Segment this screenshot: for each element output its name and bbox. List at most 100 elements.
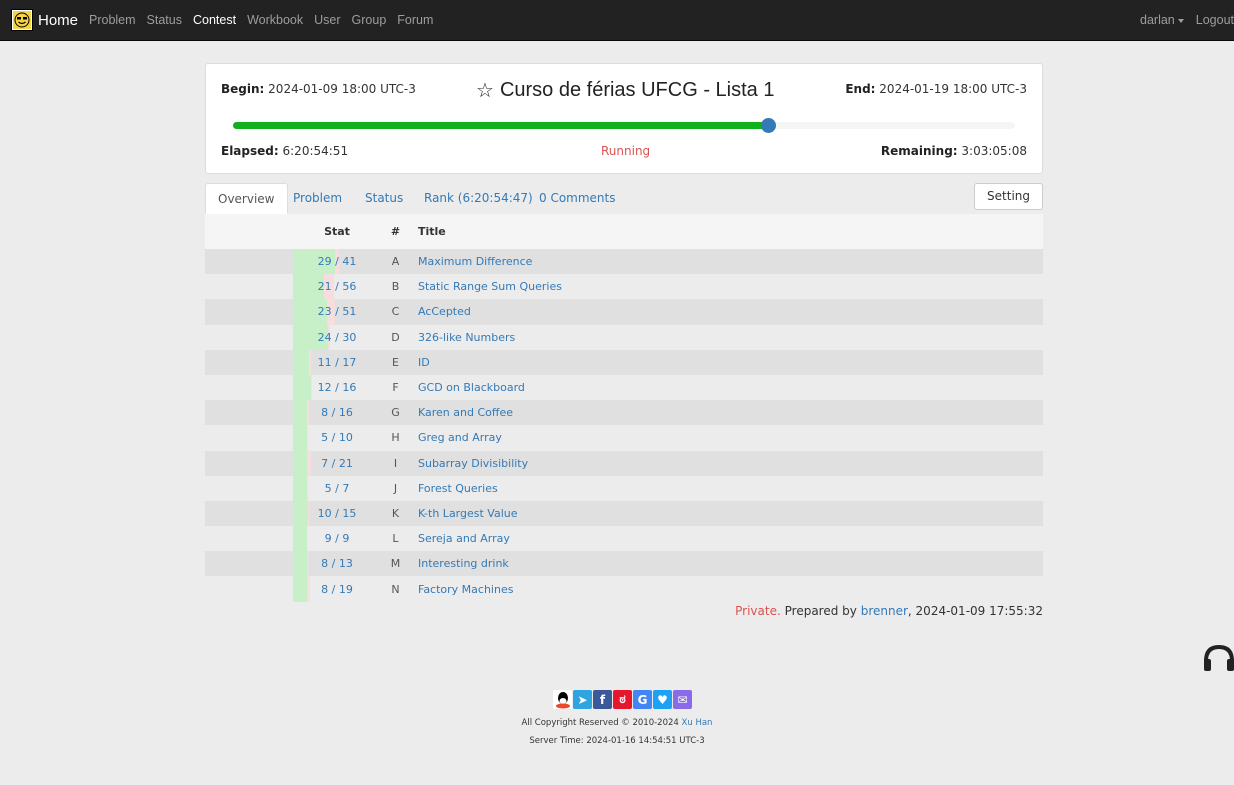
tab-overview[interactable]: Overview bbox=[205, 183, 288, 214]
problem-title-link[interactable]: Interesting drink bbox=[418, 557, 509, 570]
brand-label: Home bbox=[38, 11, 79, 29]
problem-title-link[interactable]: Static Range Sum Queries bbox=[418, 280, 562, 293]
begin-label: Begin: bbox=[221, 82, 265, 96]
problem-title-cell: 326-like Numbers bbox=[410, 324, 1043, 350]
stat-text: 11 / 17 bbox=[317, 355, 357, 369]
stat-cell[interactable]: 11 / 17 bbox=[293, 349, 381, 375]
stat-cell[interactable]: 8 / 19 bbox=[293, 576, 381, 602]
stat-attempt-bar bbox=[307, 400, 309, 426]
tab-problem[interactable]: Problem bbox=[281, 183, 354, 214]
problem-title-link[interactable]: GCD on Blackboard bbox=[418, 381, 525, 394]
tab-comments[interactable]: 0 Comments bbox=[527, 183, 628, 214]
google-icon[interactable]: G bbox=[633, 690, 652, 709]
nav-workbook[interactable]: Workbook bbox=[247, 13, 303, 27]
caret-down-icon bbox=[1177, 18, 1184, 23]
problem-title-link[interactable]: Sereja and Array bbox=[418, 532, 510, 545]
stat-accepted-bar bbox=[293, 475, 307, 501]
user-menu[interactable]: darlan bbox=[1140, 13, 1184, 27]
problem-title-link[interactable]: Maximum Difference bbox=[418, 255, 532, 268]
stat-attempt-bar bbox=[311, 374, 312, 401]
problem-number: C bbox=[381, 299, 410, 325]
stat-attempt-bar bbox=[307, 576, 310, 602]
logout-link[interactable]: Logout bbox=[1196, 13, 1234, 27]
progress-slider-handle[interactable] bbox=[761, 118, 777, 133]
row-blank bbox=[205, 349, 293, 375]
problem-number: B bbox=[381, 274, 410, 300]
elapsed-time: Elapsed: 6:20:54:51 bbox=[221, 144, 348, 158]
copyright-text: All Copyright Reserved © 2010-2024 bbox=[521, 718, 679, 728]
twitter-icon[interactable]: ♥ bbox=[653, 690, 672, 709]
stat-cell[interactable]: 21 / 56 bbox=[293, 274, 381, 300]
stat-text: 12 / 16 bbox=[317, 381, 357, 395]
stat-cell[interactable]: 29 / 41 bbox=[293, 249, 381, 275]
header-stat: Stat bbox=[293, 214, 381, 249]
contest-author-note: Private. Prepared by brenner, 2024-01-09… bbox=[735, 604, 1043, 618]
star-icon[interactable]: ☆ bbox=[476, 78, 494, 103]
problem-title-link[interactable]: Subarray Divisibility bbox=[418, 457, 528, 470]
stat-cell[interactable]: 7 / 21 bbox=[293, 450, 381, 476]
nav-status[interactable]: Status bbox=[147, 13, 182, 27]
copyright-author-link[interactable]: Xu Han bbox=[682, 718, 713, 728]
contest-tabs: Overview Problem Status Rank (6:20:54:47… bbox=[205, 183, 1043, 214]
nav-forum[interactable]: Forum bbox=[397, 13, 433, 27]
problem-title-link[interactable]: AcCepted bbox=[418, 305, 471, 318]
stat-text: 9 / 9 bbox=[324, 532, 350, 546]
stat-text: 10 / 15 bbox=[317, 506, 357, 520]
table-row: 9 / 9 L Sereja and Array bbox=[205, 526, 1043, 552]
problem-title-link[interactable]: Factory Machines bbox=[418, 583, 513, 596]
nav-user[interactable]: User bbox=[314, 13, 340, 27]
stat-cell[interactable]: 8 / 16 bbox=[293, 400, 381, 426]
email-icon[interactable]: ✉ bbox=[673, 690, 692, 709]
stat-accepted-bar bbox=[293, 576, 307, 602]
row-blank bbox=[205, 425, 293, 451]
problem-title-link[interactable]: 326-like Numbers bbox=[418, 331, 515, 344]
home-link[interactable]: Home bbox=[11, 9, 79, 31]
table-row: 10 / 15 K K-th Largest Value bbox=[205, 500, 1043, 527]
stat-cell[interactable]: 5 / 10 bbox=[293, 425, 381, 451]
tab-rank[interactable]: Rank (6:20:54:47) bbox=[412, 183, 545, 214]
user-menu-label: darlan bbox=[1140, 13, 1175, 27]
row-blank bbox=[205, 374, 293, 401]
contest-header-panel: Begin: 2024-01-09 18:00 UTC-3 ☆ Curso de… bbox=[205, 63, 1043, 174]
stat-cell[interactable]: 5 / 7 bbox=[293, 475, 381, 501]
problem-number: I bbox=[381, 450, 410, 476]
stat-cell[interactable]: 24 / 30 bbox=[293, 324, 381, 350]
row-blank bbox=[205, 400, 293, 426]
row-blank bbox=[205, 576, 293, 602]
problem-title-link[interactable]: ID bbox=[418, 356, 430, 369]
nav-group[interactable]: Group bbox=[352, 13, 387, 27]
stat-attempt-bar bbox=[307, 551, 308, 577]
stat-cell[interactable]: 8 / 13 bbox=[293, 551, 381, 577]
problem-title-link[interactable]: Greg and Array bbox=[418, 431, 502, 444]
stat-cell[interactable]: 12 / 16 bbox=[293, 374, 381, 401]
author-link[interactable]: brenner bbox=[861, 604, 908, 618]
begin-value: 2024-01-09 18:00 UTC-3 bbox=[268, 82, 416, 96]
nav-right: darlan Logout bbox=[1128, 13, 1234, 27]
problem-title-link[interactable]: Karen and Coffee bbox=[418, 406, 513, 419]
problem-table-body: 29 / 41 A Maximum Difference 21 / 56 B Static… bbox=[205, 249, 1043, 602]
headset-icon[interactable] bbox=[1203, 643, 1234, 673]
remaining-time: Remaining: 3:03:05:08 bbox=[881, 144, 1027, 158]
problem-title-link[interactable]: K-th Largest Value bbox=[418, 507, 518, 520]
telegram-icon[interactable]: ➤ bbox=[573, 690, 592, 709]
nav-contest[interactable]: Contest bbox=[193, 13, 236, 27]
problem-title-cell: Karen and Coffee bbox=[410, 400, 1043, 426]
stat-cell[interactable]: 10 / 15 bbox=[293, 500, 381, 527]
setting-button[interactable]: Setting bbox=[974, 183, 1043, 210]
weibo-icon[interactable]: ಠ bbox=[613, 690, 632, 709]
nav-problem[interactable]: Problem bbox=[89, 13, 136, 27]
facebook-icon[interactable]: f bbox=[593, 690, 612, 709]
prepared-by-label: Prepared by bbox=[784, 604, 857, 618]
row-blank bbox=[205, 274, 293, 300]
table-row: 5 / 10 H Greg and Array bbox=[205, 425, 1043, 451]
problem-title-link[interactable]: Forest Queries bbox=[418, 482, 498, 495]
tab-status[interactable]: Status bbox=[353, 183, 415, 214]
qq-icon[interactable] bbox=[553, 690, 572, 709]
stat-cell[interactable]: 9 / 9 bbox=[293, 526, 381, 552]
end-time: End: 2024-01-19 18:00 UTC-3 bbox=[845, 82, 1027, 96]
problem-title-cell: K-th Largest Value bbox=[410, 500, 1043, 527]
stat-cell[interactable]: 23 / 51 bbox=[293, 299, 381, 325]
stat-attempt-bar bbox=[307, 475, 308, 501]
remaining-label: Remaining: bbox=[880, 144, 958, 158]
private-label: Private. bbox=[735, 604, 781, 618]
